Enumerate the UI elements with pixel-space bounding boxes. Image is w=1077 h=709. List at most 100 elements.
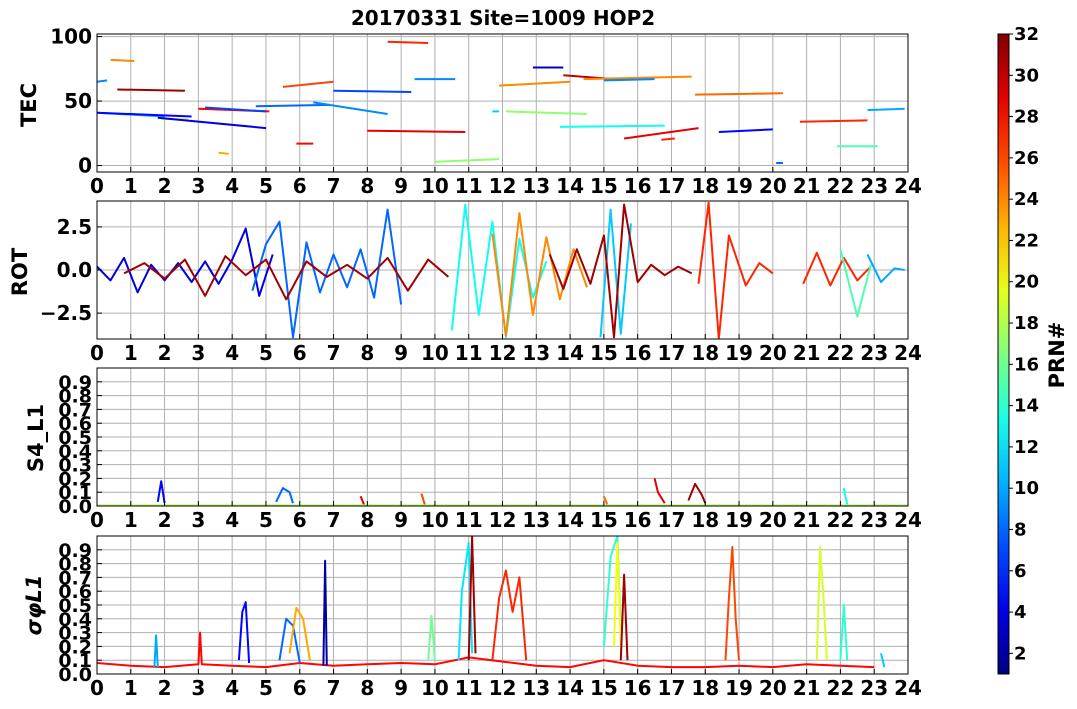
rot-x-tick-label: 2 — [158, 341, 172, 365]
s4-x-tick-label: 13 — [522, 508, 550, 532]
s4-x-tick-label: 2 — [158, 508, 172, 532]
s4-x-tick-label: 21 — [793, 508, 821, 532]
colorbar-tick-label: 14 — [1014, 396, 1039, 417]
tec-x-tick-label: 4 — [225, 174, 239, 198]
s4-x-tick-label: 1 — [124, 508, 138, 532]
tec-x-tick-label: 24 — [894, 174, 922, 198]
tec-series-prn-27 — [661, 137, 675, 141]
sigma-phi-x-tick-label: 13 — [522, 676, 550, 700]
sigma-phi-series-prn-10 — [153, 634, 159, 668]
colorbar-tick-label: 10 — [1014, 478, 1039, 499]
tec-series-prn-27 — [799, 119, 868, 123]
s4-x-tick-label: 9 — [394, 508, 408, 532]
tec-x-tick-label: 17 — [658, 174, 686, 198]
rot-y-ticks: 2.5 0.0 −2.5 — [40, 215, 102, 325]
rot-x-tick-label: 24 — [894, 341, 922, 365]
rot-series-prn-24 — [491, 212, 588, 337]
colorbar-label: PRN# — [1045, 322, 1069, 389]
colorbar-tick-label: 26 — [1014, 148, 1039, 169]
s4-series-prn-29 — [653, 478, 666, 504]
tec-x-tick-label: 3 — [191, 174, 205, 198]
tec-y-tick-label: 0 — [78, 154, 92, 178]
sigma-phi-x-tick-label: 11 — [455, 676, 483, 700]
tec-series — [97, 40, 905, 164]
sigma-phi-y-ticks: 0.00.10.20.30.40.50.60.70.80.9 — [58, 540, 102, 686]
rot-series — [97, 201, 905, 339]
rot-x-tick-label: 16 — [624, 341, 652, 365]
s4-x-tick-label: 5 — [259, 508, 273, 532]
tec-y-ticks: 0 50 100 — [50, 25, 102, 178]
colorbar-tick-label: 32 — [1014, 24, 1039, 45]
rot-y-tick-label: −2.5 — [40, 301, 92, 325]
tec-series-prn-7 — [333, 89, 412, 93]
colorbar-tick-label: 18 — [1014, 313, 1039, 334]
tec-series-prn-10 — [867, 107, 905, 112]
tec-x-tick-label: 6 — [293, 174, 307, 198]
colorbar-tick-label: 20 — [1014, 272, 1039, 293]
s4-x-tick-label: 0 — [90, 508, 104, 532]
colorbar-tick-label: 16 — [1014, 354, 1039, 375]
rot-series-prn-13 — [450, 203, 548, 339]
tec-series-prn-23 — [218, 151, 229, 155]
sigma-phi-x-tick-label: 5 — [259, 676, 273, 700]
colorbar-tick-label: 12 — [1014, 437, 1039, 458]
rot-x-tick-label: 6 — [293, 341, 307, 365]
s4-series-prn-31 — [687, 482, 707, 504]
tec-x-tick-label: 13 — [522, 174, 550, 198]
rot-ylabel: ROT — [8, 247, 32, 296]
tec-x-tick-label: 22 — [826, 174, 854, 198]
sigma-phi-x-tick-label: 2 — [158, 676, 172, 700]
tec-series-prn-9 — [603, 78, 655, 82]
sigma-phi-panel: 0 1 2 3 4 5 6 7 8 9 10 11 12 13 14 15 16 17 18 19 20 21 22 23 24… — [22, 535, 922, 700]
sigma-phi-x-tick-label: 18 — [691, 676, 719, 700]
sigma-phi-series-prn-28 — [97, 631, 875, 669]
tec-y-tick-label: 50 — [64, 89, 92, 113]
rot-series-prn-27 — [802, 251, 872, 287]
s4-x-tick-label: 7 — [327, 508, 341, 532]
colorbar-ticks: 2468101214161820222426283032 — [1009, 24, 1039, 664]
s4-x-tick-label: 4 — [225, 508, 239, 532]
rot-x-tick-label: 3 — [191, 341, 205, 365]
s4-x-tick-label: 24 — [894, 508, 922, 532]
tec-series-prn-31 — [117, 88, 185, 92]
tec-series-prn-13 — [559, 124, 665, 128]
rot-y-tick-label: 2.5 — [57, 215, 92, 239]
colorbar-tick-label: 6 — [1014, 561, 1027, 582]
s4-x-tick-label: 23 — [860, 508, 888, 532]
rot-x-tick-label: 17 — [658, 341, 686, 365]
rot-x-tick-label: 12 — [489, 341, 517, 365]
tec-x-tick-label: 15 — [590, 174, 618, 198]
rot-x-tick-label: 0 — [90, 341, 104, 365]
s4-x-tick-label: 19 — [725, 508, 753, 532]
rot-x-tick-label: 18 — [691, 341, 719, 365]
sigma-phi-x-tick-label: 4 — [225, 676, 239, 700]
chart-title: 20170331 Site=1009 HOP2 — [351, 6, 655, 30]
tec-x-tick-label: 20 — [759, 174, 787, 198]
s4-x-tick-label: 22 — [826, 508, 854, 532]
colorbar-bar — [997, 33, 1010, 675]
sigma-phi-x-tick-label: 10 — [421, 676, 449, 700]
tec-x-tick-label: 9 — [394, 174, 408, 198]
tec-x-tick-label: 7 — [327, 174, 341, 198]
colorbar-tick-label: 2 — [1014, 643, 1027, 664]
sigma-phi-x-tick-label: 8 — [360, 676, 374, 700]
sigma-phi-x-tick-label: 14 — [556, 676, 584, 700]
tec-series-prn-9 — [97, 79, 108, 83]
rot-x-tick-label: 1 — [124, 341, 138, 365]
sigma-phi-x-tick-label: 16 — [624, 676, 652, 700]
tec-series-prn-9 — [313, 101, 388, 115]
sigma-phi-x-tick-label: 7 — [327, 676, 341, 700]
tec-series-prn-17 — [434, 158, 500, 163]
s4-series-prn-13 — [842, 487, 849, 505]
s4-grid — [96, 368, 909, 507]
s4-x-tick-label: 6 — [293, 508, 307, 532]
s4-series-prn-29 — [359, 495, 365, 505]
tec-x-tick-label: 16 — [624, 174, 652, 198]
colorbar-tick-label: 8 — [1014, 519, 1027, 540]
tec-series-prn-27 — [387, 40, 429, 44]
tec-ylabel: TEC — [17, 83, 41, 127]
sigma-phi-ylabel: σφL1 — [22, 575, 46, 636]
rot-y-tick-label: 0.0 — [57, 258, 92, 282]
rot-series-prn-10 — [866, 254, 905, 284]
rot-series-prn-4 — [97, 227, 274, 297]
